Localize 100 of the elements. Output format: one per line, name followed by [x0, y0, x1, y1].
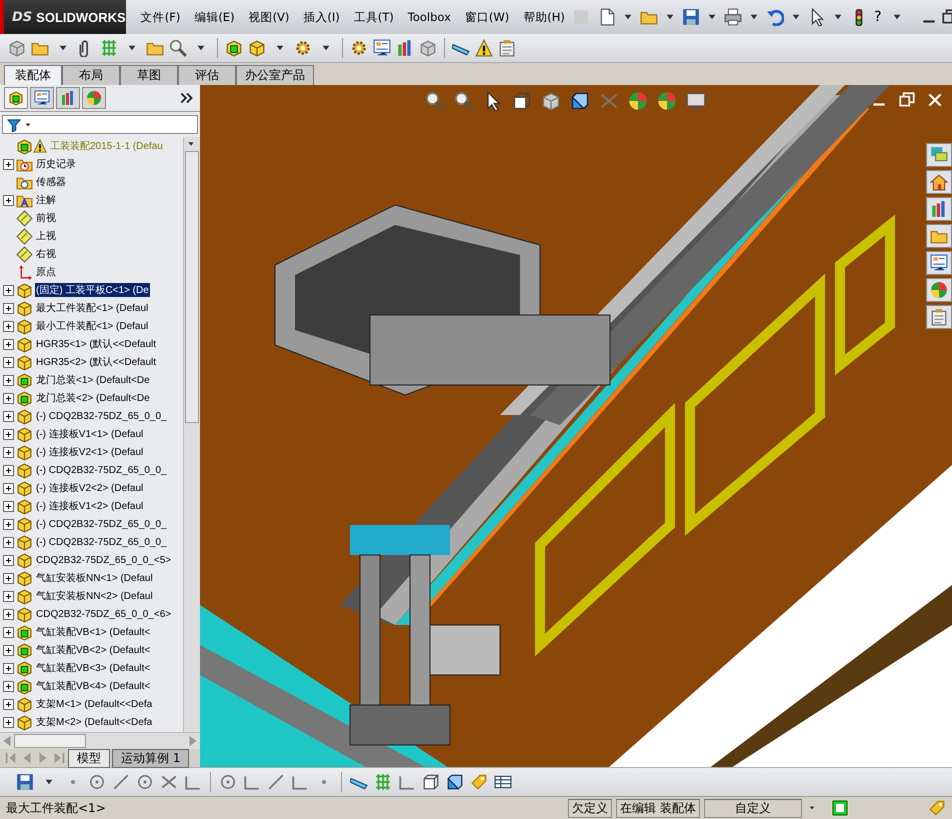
- appearance-icon[interactable]: [628, 91, 648, 111]
- bottom-tab[interactable]: 模型: [68, 748, 110, 768]
- tree-item[interactable]: (-) 连接板V1<1> (Defaul: [35, 427, 144, 441]
- form-icon[interactable]: [373, 39, 391, 57]
- close-icon[interactable]: [926, 91, 944, 109]
- tree-item[interactable]: 上视: [35, 229, 57, 243]
- gear-icon[interactable]: [294, 39, 312, 57]
- tree-item[interactable]: 原点: [35, 265, 57, 279]
- task-pane-button[interactable]: [926, 197, 952, 221]
- tree-item[interactable]: 气缸装配VB<1> (Default<: [35, 625, 152, 639]
- expand-toggle[interactable]: [3, 572, 14, 584]
- restore-icon[interactable]: [898, 91, 916, 109]
- expand-toggle[interactable]: [3, 194, 14, 206]
- tree-item[interactable]: 支架M<2> (Default<<Defa: [35, 715, 154, 729]
- magnifier-icon[interactable]: [169, 39, 187, 57]
- menu-item[interactable]: Toolbox: [400, 10, 458, 24]
- tag-icon[interactable]: [928, 799, 946, 817]
- tree-item[interactable]: CDQ2B32-75DZ_65_0_0_<6>: [35, 608, 172, 620]
- command-tab[interactable]: 草图: [120, 65, 178, 85]
- save-icon[interactable]: [682, 8, 700, 26]
- panel-tab[interactable]: [30, 87, 54, 109]
- menu-item[interactable]: 视图(V): [242, 10, 296, 24]
- tree-item[interactable]: (-) CDQ2B32-75DZ_65_0_0_: [35, 536, 168, 548]
- expand-toggle[interactable]: [3, 320, 14, 332]
- tree-item[interactable]: CDQ2B32-75DZ_65_0_0_<5>: [35, 554, 172, 566]
- zoom-icon[interactable]: [425, 91, 445, 111]
- menu-item[interactable]: 插入(I): [296, 10, 347, 24]
- expand-toggle[interactable]: [3, 392, 14, 404]
- menu-item[interactable]: 工具(T): [346, 10, 401, 24]
- tree-item[interactable]: 历史记录: [35, 157, 77, 171]
- expand-toggle[interactable]: [3, 410, 14, 422]
- expand-toggle[interactable]: [3, 464, 14, 476]
- expand-toggle[interactable]: [3, 716, 14, 728]
- tree-item[interactable]: (-) 连接板V2<1> (Defaul: [35, 445, 144, 459]
- tree-item[interactable]: 支架M<1> (Default<<Defa: [35, 697, 154, 711]
- tree-item[interactable]: 龙门总装<2> (Default<De: [35, 391, 151, 405]
- box-icon[interactable]: [422, 773, 440, 791]
- part-icon[interactable]: [419, 39, 437, 57]
- circle-icon[interactable]: [219, 773, 237, 791]
- zoom-area-icon[interactable]: [454, 91, 474, 111]
- task-pane-button[interactable]: [926, 305, 952, 329]
- task-pane-button[interactable]: [926, 170, 952, 194]
- save-icon[interactable]: [16, 773, 34, 791]
- command-tab[interactable]: 办公室产品: [236, 65, 314, 85]
- tag-icon[interactable]: [470, 773, 488, 791]
- expand-toggle[interactable]: [3, 446, 14, 458]
- shaded-box-icon[interactable]: [446, 773, 464, 791]
- tree-item[interactable]: 气缸安装板NN<1> (Defaul: [35, 571, 154, 585]
- panel-tab[interactable]: [56, 87, 80, 109]
- expand-toggle[interactable]: [3, 626, 14, 638]
- units-field[interactable]: 自定义: [704, 798, 802, 818]
- expand-toggle[interactable]: [3, 518, 14, 530]
- tree-item[interactable]: 气缸装配VB<3> (Default<: [35, 661, 152, 675]
- circle-icon[interactable]: [88, 773, 106, 791]
- display-style-icon[interactable]: [570, 91, 590, 111]
- expand-toggle[interactable]: [3, 590, 14, 602]
- tree-item[interactable]: 最大工件装配<1> (Defaul: [35, 301, 150, 315]
- tree-item[interactable]: 右视: [35, 247, 57, 261]
- task-pane-button[interactable]: [926, 251, 952, 275]
- scene-icon[interactable]: [657, 91, 677, 111]
- tree-item[interactable]: 工装装配2015-1-1 (Defau: [49, 139, 164, 153]
- tree-item[interactable]: HGR35<1> (默认<<Default: [35, 337, 158, 351]
- expand-toggle[interactable]: [3, 698, 14, 710]
- warning-icon[interactable]: [475, 39, 493, 57]
- section-view-icon[interactable]: [512, 91, 532, 111]
- monitor-icon[interactable]: [686, 91, 706, 111]
- expand-toggle[interactable]: [3, 536, 14, 548]
- vertical-scrollbar[interactable]: [183, 137, 200, 732]
- tree-item[interactable]: 龙门总装<1> (Default<De: [35, 373, 151, 387]
- tree-item[interactable]: 气缸装配VB<4> (Default<: [35, 679, 152, 693]
- command-tab[interactable]: 布局: [62, 65, 120, 85]
- menu-item[interactable]: 帮助(H): [516, 10, 572, 24]
- tree-item[interactable]: (-) CDQ2B32-75DZ_65_0_0_: [35, 410, 168, 422]
- tree-item[interactable]: (-) 连接板V1<2> (Defaul: [35, 499, 144, 513]
- expand-toggle[interactable]: [3, 662, 14, 674]
- expand-toggle[interactable]: [3, 482, 14, 494]
- tree-item[interactable]: 最小工件装配<1> (Defaul: [35, 319, 150, 333]
- help-button[interactable]: ?: [870, 9, 885, 25]
- task-pane-button[interactable]: [926, 143, 952, 167]
- bottom-tab[interactable]: 运动算例 1: [112, 748, 190, 768]
- clipboard-icon[interactable]: [498, 39, 516, 57]
- table-icon[interactable]: [494, 773, 512, 791]
- tree-item[interactable]: 前视: [35, 211, 57, 225]
- expand-toggle[interactable]: [3, 500, 14, 512]
- tree-item[interactable]: (-) CDQ2B32-75DZ_65_0_0_: [35, 518, 168, 530]
- tree-item[interactable]: (-) CDQ2B32-75DZ_65_0_0_: [35, 464, 168, 476]
- expand-toggle[interactable]: [3, 680, 14, 692]
- tree-item[interactable]: 气缸安装板NN<2> (Defaul: [35, 589, 154, 603]
- part-icon[interactable]: [248, 39, 266, 57]
- command-tab[interactable]: 评估: [178, 65, 236, 85]
- line-icon[interactable]: [267, 773, 285, 791]
- tree-item[interactable]: 传感器: [35, 175, 67, 189]
- menu-item[interactable]: 文件(F): [134, 10, 188, 24]
- command-tab[interactable]: 装配体: [4, 65, 62, 85]
- panel-tab[interactable]: [4, 87, 28, 109]
- tree-item[interactable]: (-) 连接板V2<2> (Defaul: [35, 481, 144, 495]
- expand-toggle[interactable]: [3, 554, 14, 566]
- tree-item[interactable]: 注解: [35, 193, 57, 207]
- trim-icon[interactable]: [160, 773, 178, 791]
- task-pane-button[interactable]: [926, 278, 952, 302]
